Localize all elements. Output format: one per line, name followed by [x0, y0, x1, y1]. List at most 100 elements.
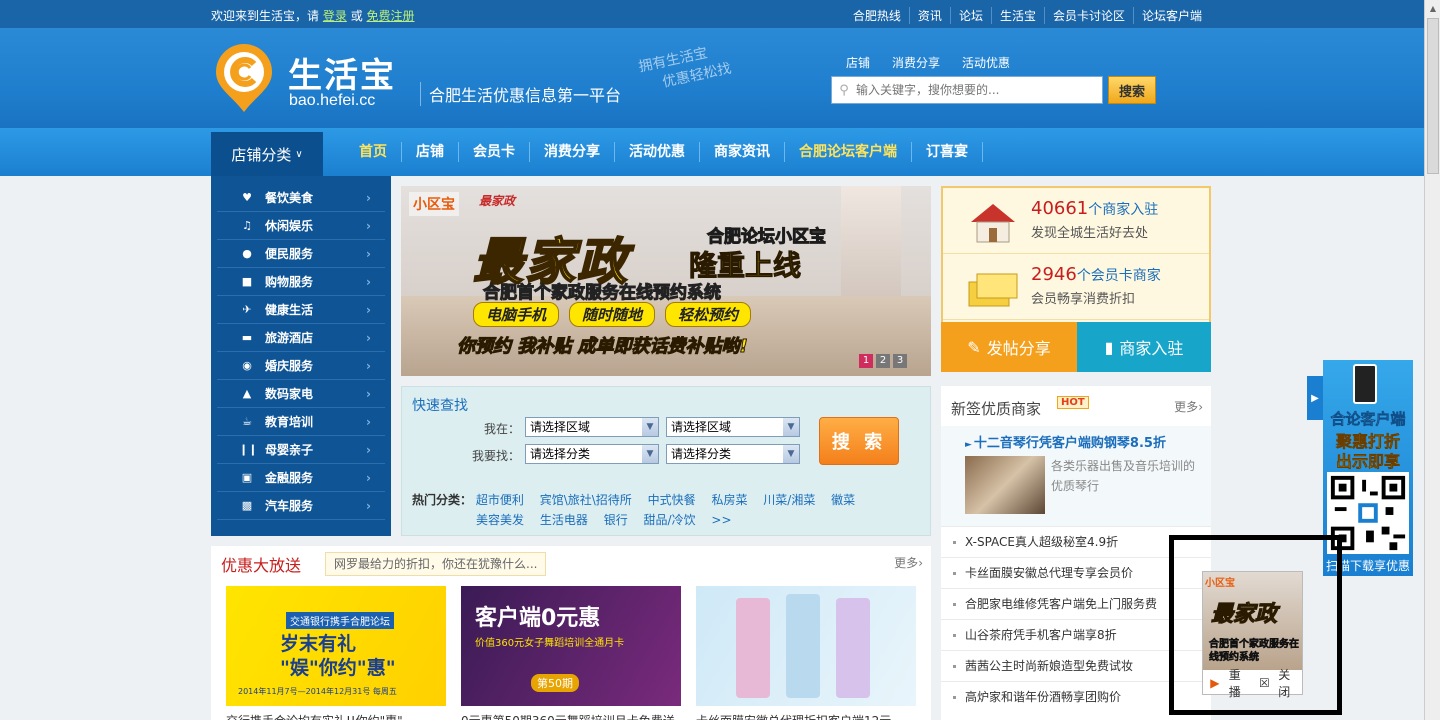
sidebar-item-shopping[interactable]: ■ 购物服务 › [217, 268, 385, 296]
find-label: 我要找： [472, 449, 521, 463]
page-scrollbar[interactable]: ▲ [1424, 0, 1440, 720]
dropdown-arrow-icon: ▼ [783, 418, 799, 436]
stats-buttons: ✎ 发帖分享 ▮ 商家入驻 [941, 322, 1211, 372]
main-banner[interactable]: 小区宝 最家政 最家政 合肥论坛小区宝 隆重上线 合肥首个家政服务在线预约系统 … [401, 186, 931, 376]
nav-events[interactable]: 活动优惠 [615, 142, 700, 162]
merchant-join-button[interactable]: ▮ 商家入驻 [1077, 322, 1211, 372]
promo-card-text: 客户端0元惠 [475, 606, 601, 631]
hot-category-link[interactable]: 美容美发 [476, 513, 524, 527]
site-logo[interactable]: 生活宝 bao.hefei.cc [212, 44, 412, 114]
nav-forum-client[interactable]: 合肥论坛客户端 [785, 142, 912, 162]
sidebar-item-digital[interactable]: ▲ 数码家电 › [217, 380, 385, 408]
promo-card-mask[interactable] [696, 586, 916, 706]
promo-section: 优惠大放送 网罗最给力的折扣，你还在犹豫什么... 更多› 交通银行携手合肥论坛… [211, 546, 931, 720]
banner-pill: 轻松预约 [665, 302, 752, 327]
top-link-forum[interactable]: 论坛 [949, 7, 991, 24]
quick-search-button[interactable]: 搜 索 [819, 417, 899, 465]
find-category-select-1[interactable]: 请选择分类 ▼ [525, 444, 659, 464]
category-tab[interactable]: 店铺分类 ∨ [211, 132, 323, 176]
chevron-right-icon: › [366, 302, 371, 317]
popup-controls: ▶ 重播 ☒ 关闭 [1203, 668, 1303, 699]
nav-home[interactable]: 首页 [345, 142, 402, 162]
banner-page-1[interactable]: 1 [859, 354, 873, 368]
merchants-number: 40661 [1031, 198, 1089, 219]
new-merchants-title: 新签优质商家 [951, 400, 1042, 418]
chevron-right-icon: › [366, 470, 371, 485]
hot-category-link[interactable]: 超市便利 [476, 493, 524, 507]
hot-label: 热门分类： [412, 493, 473, 507]
banner-page-2[interactable]: 2 [876, 354, 890, 368]
sidebar-item-leisure[interactable]: ♫ 休闲娱乐 › [217, 212, 385, 240]
sidebar-item-travel[interactable]: ▬ 旅游酒店 › [217, 324, 385, 352]
promo-captions: 交行携手合论均有实礼!!你约"惠" 0元惠第50期360元舞蹈培训月卡免费送 卡… [226, 712, 916, 720]
popup-ad[interactable]: 小区宝 最家政 合肥首个家政服务在线预约系统 ▶ 重播 ☒ 关闭 [1202, 571, 1303, 699]
hot-category-link[interactable]: 宾馆\旅社\招待所 [540, 493, 632, 507]
nav-member-card[interactable]: 会员卡 [459, 142, 530, 162]
promo-caption[interactable]: 卡丝面膜安徽总代理折扣客户端12元 [696, 712, 916, 720]
header-nav-share[interactable]: 消费分享 [892, 54, 940, 71]
promo-card-sub: 价值360元女子舞蹈培训全通月卡 [475, 638, 625, 649]
header-nav-events[interactable]: 活动优惠 [962, 54, 1010, 71]
register-link[interactable]: 免费注册 [367, 9, 415, 23]
cards-count: 2946个会员卡商家 [1031, 264, 1161, 285]
promo-card-bank[interactable]: 交通银行携手合肥论坛 岁末有礼 "娱"你约"惠" 2014年11月7号—2014… [226, 586, 446, 706]
login-link[interactable]: 登录 [323, 9, 347, 23]
float-ad-title: 合论客户端 [1330, 410, 1406, 429]
top-link-card-forum[interactable]: 会员卡讨论区 [1043, 7, 1133, 24]
find-category-select-2[interactable]: 请选择分类 ▼ [666, 444, 800, 464]
post-share-button[interactable]: ✎ 发帖分享 [941, 322, 1077, 372]
scroll-up-icon[interactable]: ▲ [1425, 0, 1440, 17]
phone-icon [1353, 364, 1377, 404]
sidebar-item-health[interactable]: ✈ 健康生活 › [217, 296, 385, 324]
featured-merchant[interactable]: ► 十二音琴行凭客户端购钢琴8.5折 各类乐器出售及音乐培训的优质琴行 [941, 426, 1211, 526]
float-ad-toggle[interactable]: ▶ [1307, 376, 1323, 420]
search-button[interactable]: 搜索 [1108, 76, 1156, 104]
promo-caption[interactable]: 0元惠第50期360元舞蹈培训月卡免费送 [461, 712, 681, 720]
sidebar-item-education[interactable]: ☕ 教育培训 › [217, 408, 385, 436]
header-deco-text: 拥有生活宝 优惠轻松找 [637, 39, 733, 97]
top-links: 合肥热线 资讯 论坛 生活宝 会员卡讨论区 论坛客户端 [845, 7, 1210, 24]
hot-category-link[interactable]: 徽菜 [831, 493, 855, 507]
promo-caption[interactable]: 交行携手合论均有实礼!!你约"惠" [226, 712, 446, 720]
where-region-select-1[interactable]: 请选择区域 ▼ [525, 417, 659, 437]
sidebar-item-finance[interactable]: ▣ 金融服务 › [217, 464, 385, 492]
banner-pill: 随时随地 [569, 302, 656, 327]
popup-close-button[interactable]: ☒ 关闭 [1253, 668, 1303, 699]
scrollbar-thumb[interactable] [1427, 18, 1439, 174]
promo-card-client[interactable]: 客户端0元惠 价值360元女子舞蹈培训全通月卡 第50期 [461, 586, 681, 706]
top-link-news[interactable]: 资讯 [908, 7, 950, 24]
hot-category-link[interactable]: 甜品/冷饮 [644, 513, 696, 527]
where-region-select-2[interactable]: 请选择区域 ▼ [666, 417, 800, 437]
hot-category-link[interactable]: 生活电器 [540, 513, 588, 527]
sidebar-item-label: 购物服务 [265, 275, 314, 289]
new-merchants-more-link[interactable]: 更多› [1174, 398, 1203, 415]
nav-wedding-banquet[interactable]: 订喜宴 [912, 142, 983, 162]
sidebar-item-auto[interactable]: ▩ 汽车服务 › [217, 492, 385, 520]
nav-merchant-news[interactable]: 商家资讯 [700, 142, 785, 162]
hot-category-link[interactable]: 私房菜 [711, 493, 747, 507]
welcome-text: 欢迎来到生活宝，请 登录 或 免费注册 [211, 7, 415, 24]
header-nav-shops[interactable]: 店铺 [846, 54, 870, 71]
promo-more-link[interactable]: 更多› [894, 554, 923, 571]
hot-category-link[interactable]: 川菜/湘菜 [763, 493, 815, 507]
hot-category-more[interactable]: >> [711, 513, 731, 527]
promo-card-date: 2014年11月7号—2014年12月31号 每周五 [238, 687, 397, 696]
top-link-hefei-hotline[interactable]: 合肥热线 [845, 7, 909, 24]
banner-page-3[interactable]: 3 [893, 354, 907, 368]
replay-label: 重播 [1228, 668, 1241, 699]
nav-shops[interactable]: 店铺 [402, 142, 459, 162]
float-ad-line-1: 聚惠打折 [1335, 432, 1401, 452]
shoe-icon: ■ [241, 275, 253, 288]
sidebar-item-baby[interactable]: ❙❙ 母婴亲子 › [217, 436, 385, 464]
hot-category-link[interactable]: 中式快餐 [648, 493, 696, 507]
nav-share[interactable]: 消费分享 [530, 142, 615, 162]
sidebar-item-food[interactable]: ♥ 餐饮美食 › [217, 184, 385, 212]
hot-category-link[interactable]: 银行 [604, 513, 628, 527]
top-link-forum-client[interactable]: 论坛客户端 [1132, 7, 1210, 24]
sidebar-item-convenience[interactable]: ● 便民服务 › [217, 240, 385, 268]
sidebar-item-wedding[interactable]: ◉ 婚庆服务 › [217, 352, 385, 380]
top-link-shenghuobao[interactable]: 生活宝 [990, 7, 1044, 24]
popup-replay-button[interactable]: ▶ 重播 [1203, 668, 1253, 699]
search-input[interactable] [856, 83, 1096, 97]
float-ad-lines: 聚惠打折 出示即享 [1325, 432, 1411, 472]
